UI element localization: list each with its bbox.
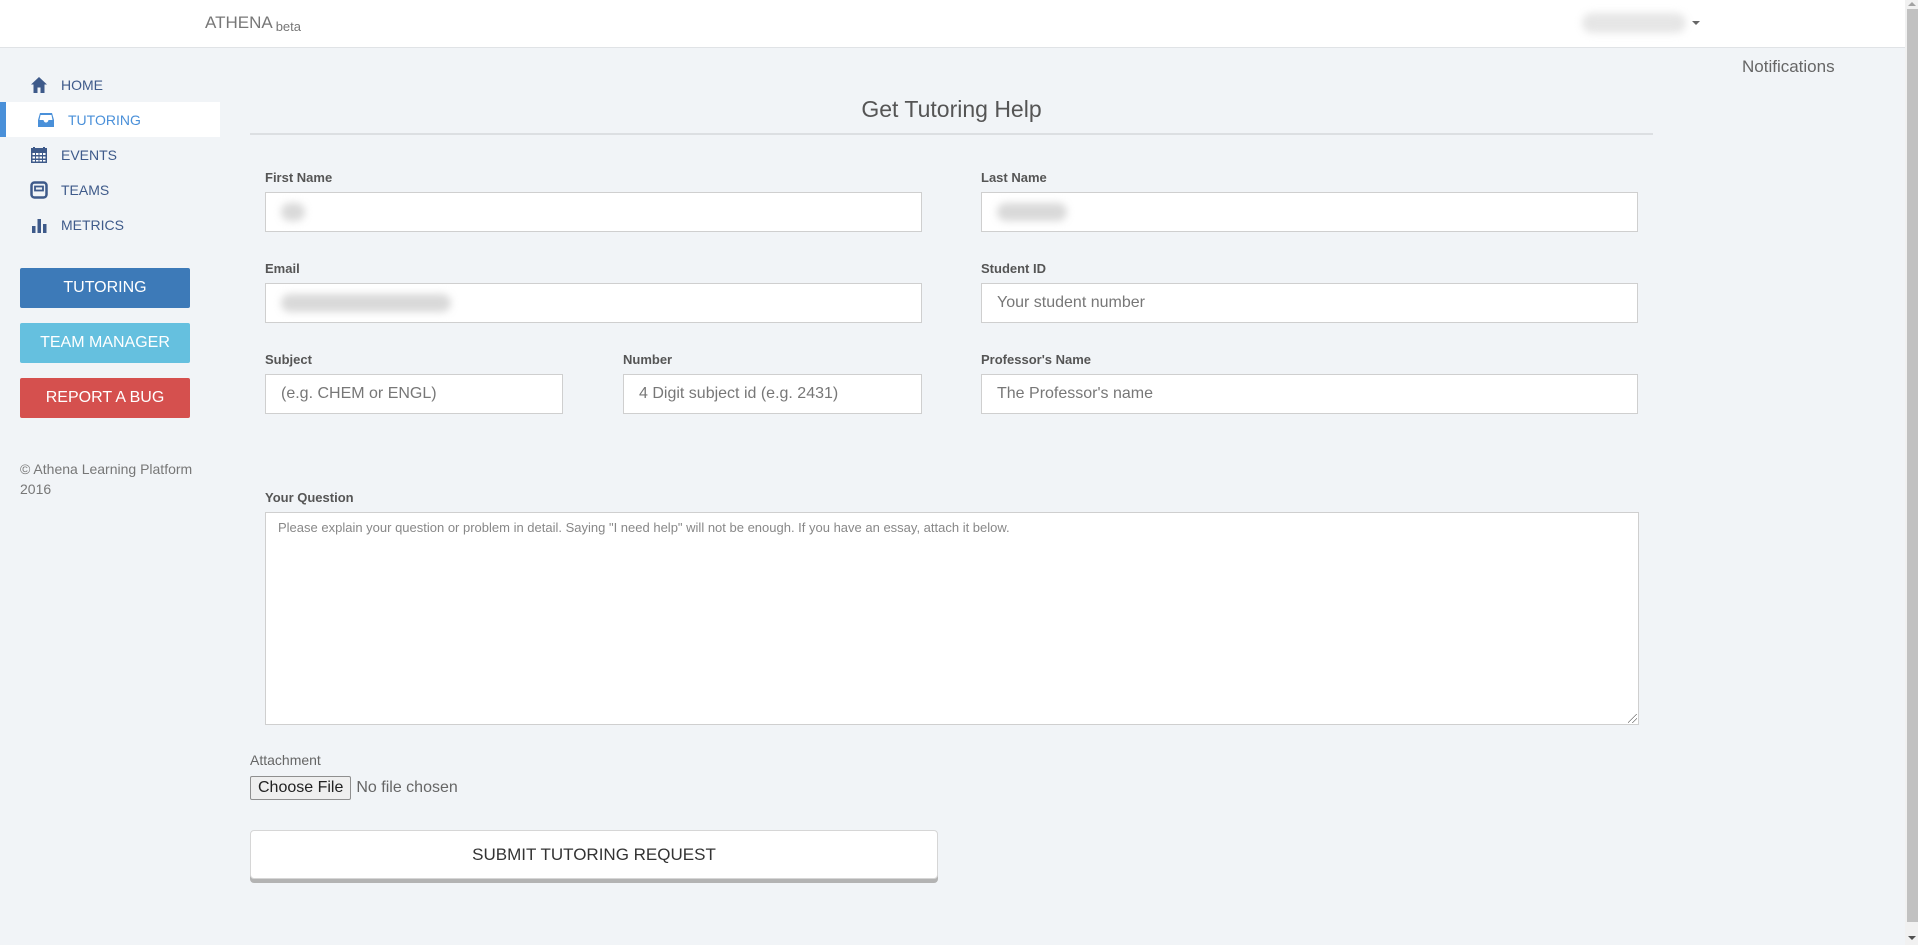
page-title: Get Tutoring Help: [861, 96, 1042, 122]
user-menu-dropdown[interactable]: [1582, 10, 1702, 36]
sidebar-item-label: HOME: [61, 76, 103, 93]
user-name-redacted: [1582, 13, 1686, 33]
student-id-input[interactable]: [997, 294, 1622, 312]
page-scrollbar[interactable]: [1905, 0, 1918, 945]
inbox-icon: [37, 111, 55, 129]
email-field[interactable]: [265, 283, 922, 323]
sidebar-item-events[interactable]: EVENTS: [0, 137, 220, 172]
choose-file-button[interactable]: Choose File: [250, 776, 352, 800]
first-name-label: First Name: [265, 170, 333, 185]
professor-name-input[interactable]: [997, 385, 1622, 403]
brand-name: ATHENA: [205, 13, 273, 32]
student-id-label: Student ID: [981, 261, 1046, 276]
attachment-file-input[interactable]: Choose File No file chosen: [250, 776, 458, 800]
attachment-label: Attachment: [250, 752, 321, 768]
number-label: Number: [623, 352, 673, 367]
last-name-label: Last Name: [981, 170, 1047, 185]
sidebar-item-label: EVENTS: [61, 146, 118, 163]
student-id-field[interactable]: [981, 283, 1638, 323]
number-input[interactable]: [639, 385, 906, 403]
sidebar-item-label: TEAMS: [61, 181, 110, 198]
sidebar-item-tutoring[interactable]: TUTORING: [0, 102, 220, 137]
email-value-redacted: [281, 294, 451, 312]
file-status-text: No file chosen: [356, 779, 458, 796]
bar-chart-icon: [30, 216, 48, 234]
scroll-down-arrow-icon[interactable]: [1908, 936, 1916, 940]
question-textarea[interactable]: [266, 513, 1638, 724]
email-label: Email: [265, 261, 300, 276]
brand-logo[interactable]: ATHENA beta: [205, 13, 302, 34]
subject-label: Subject: [265, 352, 312, 367]
brand-beta-tag: beta: [275, 19, 302, 34]
subject-input[interactable]: [281, 385, 547, 403]
professor-name-field[interactable]: [981, 374, 1638, 414]
team-icon: [30, 180, 48, 199]
professor-name-label: Professor's Name: [981, 352, 1092, 367]
sidebar-item-home[interactable]: HOME: [0, 67, 220, 102]
sidebar-item-metrics[interactable]: METRICS: [0, 207, 220, 242]
question-label: Your Question: [265, 490, 354, 505]
subject-field[interactable]: [265, 374, 563, 414]
title-divider: [250, 133, 1653, 135]
submit-tutoring-request-button[interactable]: SUBMIT TUTORING REQUEST: [250, 830, 938, 879]
question-field[interactable]: [265, 512, 1639, 725]
scrollbar-thumb[interactable]: [1907, 9, 1918, 922]
notifications-heading: Notifications: [1742, 57, 1835, 76]
caret-down-icon: [1692, 21, 1700, 25]
report-bug-button[interactable]: REPORT A BUG: [20, 378, 190, 418]
first-name-value-redacted: [281, 203, 305, 221]
sidebar-nav: HOME TUTORING EVENTS TEAMS METRICS: [0, 67, 220, 242]
first-name-field[interactable]: [265, 192, 922, 232]
sidebar-item-teams[interactable]: TEAMS: [0, 172, 220, 207]
home-icon: [30, 76, 48, 94]
resize-handle-icon[interactable]: [1628, 714, 1637, 723]
scroll-up-arrow-icon[interactable]: [1908, 2, 1916, 6]
copyright-text: © Athena Learning Platform 2016: [20, 461, 193, 497]
team-manager-button[interactable]: TEAM MANAGER: [20, 323, 190, 363]
sidebar-item-label: TUTORING: [68, 111, 141, 128]
sidebar-item-label: METRICS: [61, 216, 124, 233]
tutoring-button[interactable]: TUTORING: [20, 268, 190, 308]
last-name-field[interactable]: [981, 192, 1638, 232]
number-field[interactable]: [623, 374, 922, 414]
top-header: ATHENA beta: [0, 0, 1905, 48]
last-name-value-redacted: [997, 203, 1067, 221]
calendar-icon: [30, 146, 48, 164]
